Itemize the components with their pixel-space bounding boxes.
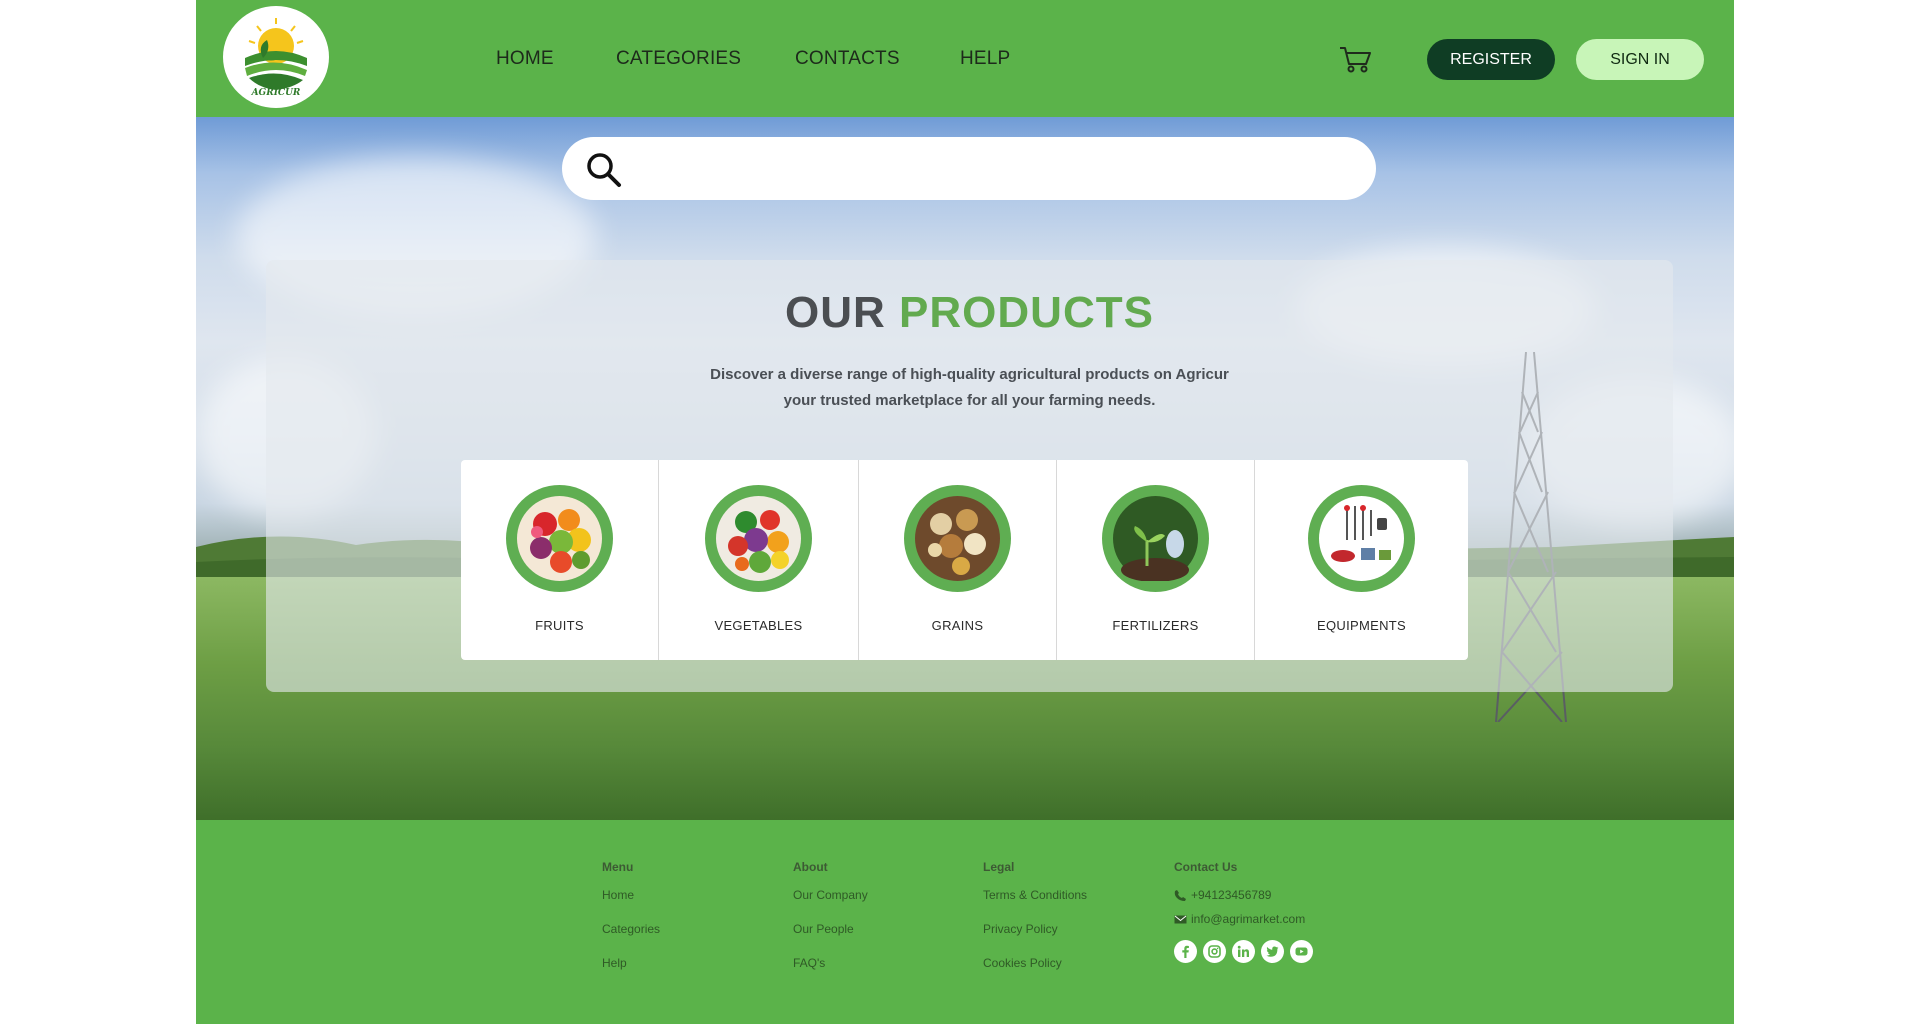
footer-link-categories[interactable]: Categories	[602, 922, 660, 936]
footer-contact-column: Contact Us +94123456789 info@agrimarket.…	[1174, 860, 1313, 963]
fertilizers-image	[1113, 496, 1198, 581]
contact-phone-text: +94123456789	[1191, 888, 1272, 902]
category-image-frame	[1308, 485, 1415, 592]
linkedin-icon[interactable]	[1232, 940, 1255, 963]
category-image-frame	[904, 485, 1011, 592]
facebook-icon[interactable]	[1174, 940, 1197, 963]
contact-email-text: info@agrimarket.com	[1191, 912, 1306, 926]
title-our: OUR	[785, 288, 886, 337]
category-label-equipments: EQUIPMENTS	[1317, 618, 1406, 633]
category-image-frame	[705, 485, 812, 592]
footer-link-our-people[interactable]: Our People	[793, 922, 868, 936]
sign-in-button[interactable]: SIGN IN	[1576, 39, 1704, 80]
category-image-frame	[506, 485, 613, 592]
nav-home[interactable]: HOME	[496, 48, 554, 70]
top-navbar: AGRICUR HOME CATEGORIES CONTACTS HELP RE…	[196, 0, 1734, 117]
brand-logo[interactable]: AGRICUR	[223, 6, 329, 108]
cart-icon[interactable]	[1339, 44, 1373, 74]
category-card-vegetables[interactable]: VEGETABLES	[659, 460, 859, 660]
vegetables-image	[716, 496, 801, 581]
category-card-fertilizers[interactable]: FERTILIZERS	[1057, 460, 1255, 660]
page-frame: AGRICUR HOME CATEGORIES CONTACTS HELP RE…	[196, 0, 1734, 1024]
footer-contact-heading: Contact Us	[1174, 860, 1238, 874]
category-label-grains: GRAINS	[931, 618, 984, 633]
category-cards: FRUITS VEGETABLES GRAINS FERTILIZERS EQU…	[461, 460, 1468, 660]
category-label-fertilizers: FERTILIZERS	[1112, 618, 1199, 633]
site-footer: Menu Home Categories Help About Our Comp…	[196, 820, 1734, 1024]
twitter-icon[interactable]	[1261, 940, 1284, 963]
footer-legal-heading: Legal	[983, 860, 1015, 874]
fruits-image	[517, 496, 602, 581]
equipments-image	[1319, 496, 1404, 581]
title-products: PRODUCTS	[899, 288, 1154, 337]
search-icon[interactable]	[584, 150, 624, 190]
footer-link-our-company[interactable]: Our Company	[793, 888, 868, 902]
footer-link-help[interactable]: Help	[602, 956, 660, 970]
category-card-fruits[interactable]: FRUITS	[461, 460, 659, 660]
category-card-grains[interactable]: GRAINS	[859, 460, 1057, 660]
footer-link-privacy[interactable]: Privacy Policy	[983, 922, 1087, 936]
phone-icon	[1174, 889, 1186, 901]
category-card-equipments[interactable]: EQUIPMENTS	[1255, 460, 1468, 660]
category-label-vegetables: VEGETABLES	[714, 618, 803, 633]
nav-help[interactable]: HELP	[960, 48, 1010, 70]
footer-menu-heading: Menu	[602, 860, 634, 874]
footer-link-home[interactable]: Home	[602, 888, 660, 902]
footer-link-cookies[interactable]: Cookies Policy	[983, 956, 1087, 970]
footer-about-column: About Our Company Our People FAQ's	[793, 860, 868, 990]
instagram-icon[interactable]	[1203, 940, 1226, 963]
footer-menu-column: Menu Home Categories Help	[602, 860, 660, 990]
logo-text: AGRICUR	[251, 88, 301, 98]
category-image-frame	[1102, 485, 1209, 592]
youtube-icon[interactable]	[1290, 940, 1313, 963]
nav-contacts[interactable]: CONTACTS	[795, 48, 900, 70]
products-panel: OUR PRODUCTS Discover a diverse range of…	[266, 260, 1673, 692]
footer-link-faqs[interactable]: FAQ's	[793, 956, 868, 970]
footer-legal-column: Legal Terms & Conditions Privacy Policy …	[983, 860, 1087, 990]
category-label-fruits: FRUITS	[535, 618, 584, 633]
contact-phone[interactable]: +94123456789	[1174, 888, 1313, 902]
search-input[interactable]	[642, 149, 1342, 189]
email-icon	[1174, 915, 1187, 923]
register-button[interactable]: REGISTER	[1427, 39, 1555, 80]
search-bar[interactable]	[562, 137, 1376, 200]
footer-about-heading: About	[793, 860, 828, 874]
social-links	[1174, 940, 1313, 963]
description-line-1: Discover a diverse range of high-quality…	[710, 366, 1229, 383]
nav-categories[interactable]: CATEGORIES	[616, 48, 741, 70]
grains-image	[915, 496, 1000, 581]
hero-section: OUR PRODUCTS Discover a diverse range of…	[196, 117, 1734, 820]
products-description: Discover a diverse range of high-quality…	[266, 362, 1673, 414]
products-title: OUR PRODUCTS	[266, 288, 1673, 338]
contact-email[interactable]: info@agrimarket.com	[1174, 912, 1313, 926]
description-line-2: your trusted marketplace for all your fa…	[783, 392, 1156, 409]
footer-link-terms[interactable]: Terms & Conditions	[983, 888, 1087, 902]
